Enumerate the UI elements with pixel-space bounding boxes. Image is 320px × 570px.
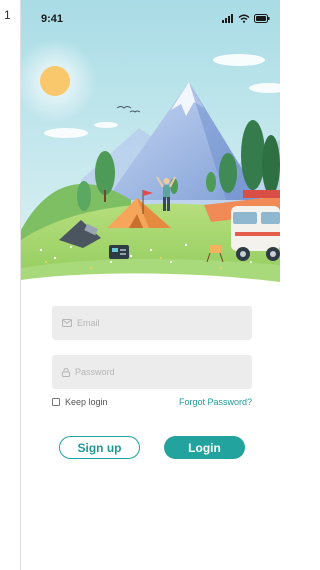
password-field[interactable]: [52, 355, 252, 389]
page: 1 9:41 Email Keep login Forgot Password?…: [0, 0, 280, 570]
keep-login-label: Keep login: [65, 397, 108, 407]
page-index-label: 1: [4, 8, 11, 22]
login-options-row: Keep login Forgot Password?: [52, 395, 252, 409]
keep-login-checkbox[interactable]: [52, 398, 60, 406]
sign-up-button[interactable]: Sign up: [59, 436, 140, 459]
keep-login-toggle[interactable]: Keep login: [52, 397, 108, 407]
forgot-password-link[interactable]: Forgot Password?: [179, 397, 252, 407]
status-bar: 9:41: [21, 0, 280, 40]
signal-icon: [222, 14, 233, 23]
email-field[interactable]: [52, 306, 252, 340]
login-button[interactable]: Login: [164, 436, 245, 459]
status-icons: [222, 14, 270, 23]
phone-screen: 9:41 Email Keep login Forgot Password? S…: [21, 0, 280, 570]
email-input[interactable]: [77, 318, 227, 328]
mail-icon: [62, 319, 72, 327]
password-input[interactable]: [75, 367, 225, 377]
battery-icon: [254, 14, 270, 23]
status-time: 9:41: [41, 13, 64, 25]
hero-illustration: [21, 0, 280, 290]
sun: [40, 66, 70, 96]
power-station: [109, 245, 129, 259]
wifi-icon: [238, 14, 250, 23]
lock-icon: [62, 367, 70, 377]
